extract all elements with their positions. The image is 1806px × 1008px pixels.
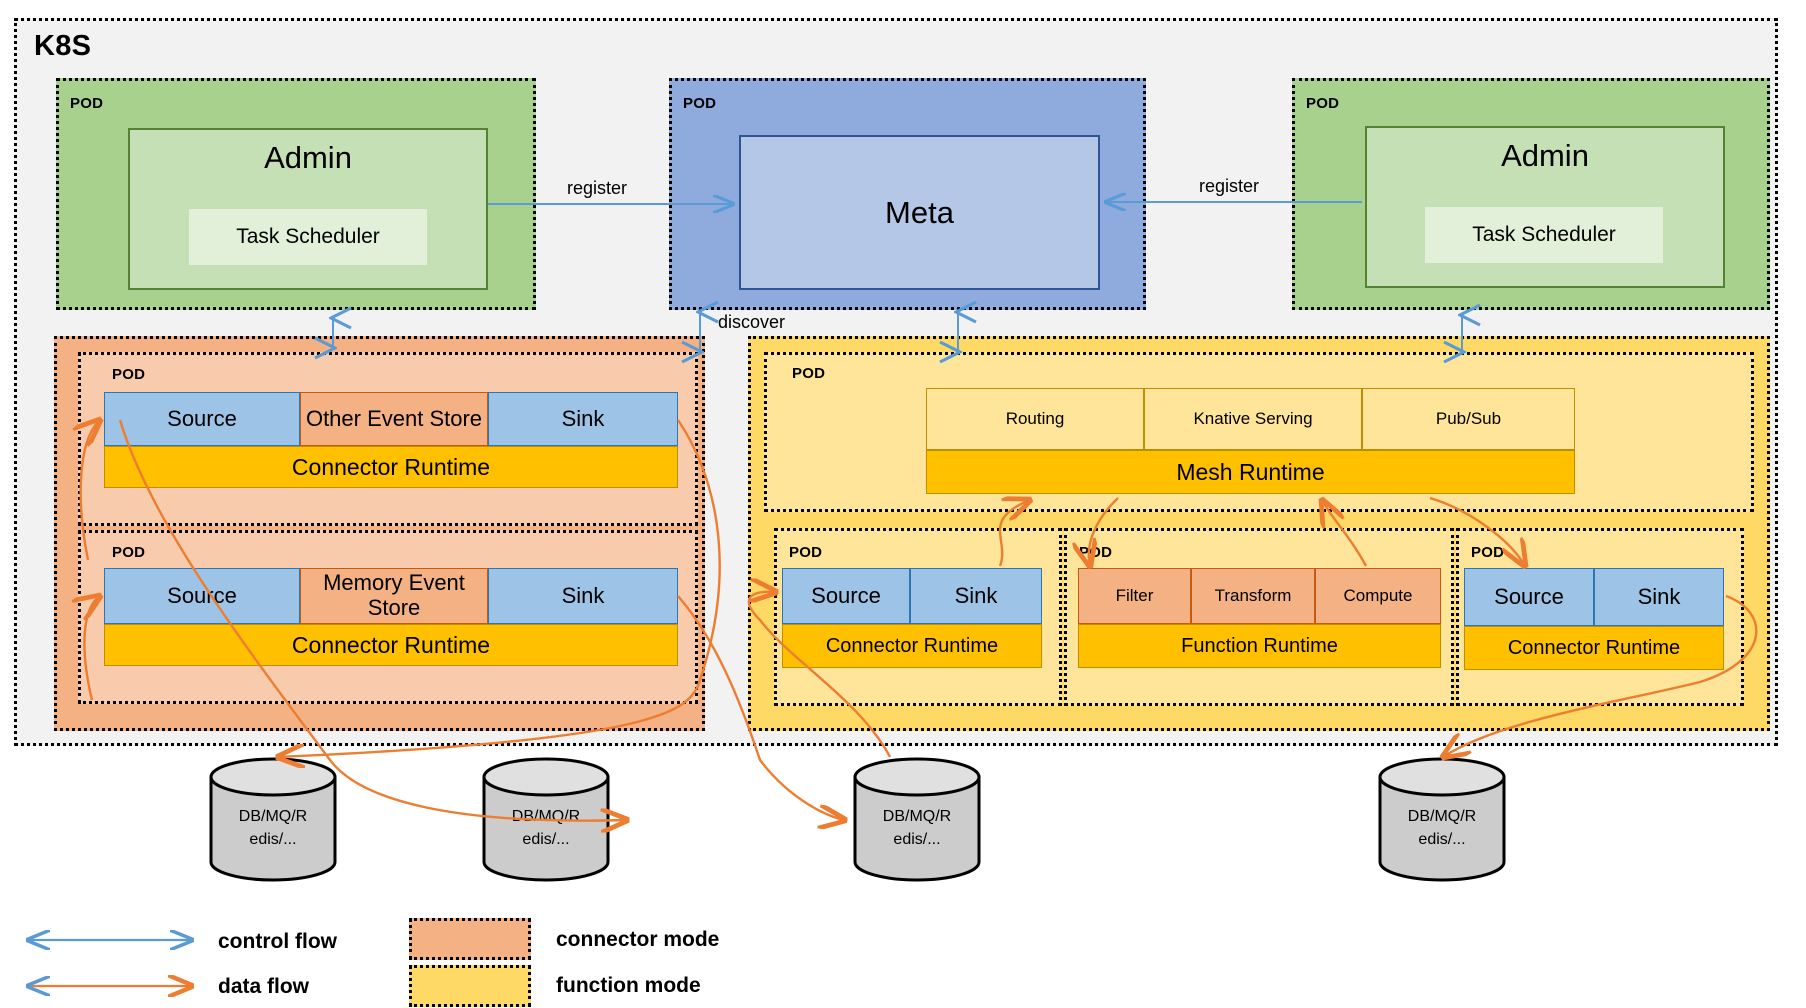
function-right-cell-sink[interactable]: Sink [1594,568,1724,626]
pod-function-runtime-label: POD [1079,544,1113,561]
mesh-runtime[interactable]: Mesh Runtime [926,450,1575,494]
mesh-cell-knative-serving[interactable]: Knative Serving [1144,388,1362,450]
mesh-cell-pubsub[interactable]: Pub/Sub [1362,388,1575,450]
edge-label-discover: discover [718,312,786,332]
mesh-cell-routing[interactable]: Routing [926,388,1144,450]
function-cell-filter[interactable]: Filter [1078,568,1191,624]
connector-2-cell-sink[interactable]: Sink [488,568,678,624]
pod-admin-right-label: POD [1306,95,1340,112]
legend-data-flow-label: data flow [218,975,310,998]
meta-service-box[interactable]: Meta [739,135,1100,290]
pod-function-connector-left-label: POD [789,544,823,561]
connector-1-runtime[interactable]: Connector Runtime [104,446,678,488]
legend-connector-mode-label: connector mode [556,928,720,951]
function-left-cell-source[interactable]: Source [782,568,910,624]
connector-2-runtime[interactable]: Connector Runtime [104,624,678,666]
pod-connector-2-label: POD [112,544,146,561]
cylinder-icon [1378,757,1506,882]
edge-label-register-left: register [567,178,628,198]
datastore-2[interactable]: DB/MQ/R edis/... [481,757,611,882]
connector-2-cell-event-store[interactable]: Memory Event Store [300,568,488,624]
function-right-runtime[interactable]: Connector Runtime [1464,626,1724,670]
admin-right-title: Admin [1501,138,1589,173]
pod-mesh-label: POD [792,365,826,382]
connector-2-cell-source[interactable]: Source [104,568,300,624]
function-left-runtime[interactable]: Connector Runtime [782,624,1042,668]
datastore-1[interactable]: DB/MQ/R edis/... [208,757,338,882]
task-scheduler-right[interactable]: Task Scheduler [1425,207,1663,263]
datastore-4[interactable]: DB/MQ/R edis/... [1377,757,1507,882]
cylinder-icon [853,757,981,882]
pod-function-connector-right-label: POD [1471,544,1505,561]
function-cell-transform[interactable]: Transform [1191,568,1315,624]
legend-connector-swatch [409,918,531,960]
pod-connector-1-label: POD [112,366,146,383]
k8s-cluster-label: K8S [34,30,92,62]
connector-1-cell-sink[interactable]: Sink [488,392,678,446]
connector-1-cell-source[interactable]: Source [104,392,300,446]
cylinder-icon [482,757,610,882]
function-runtime-bar[interactable]: Function Runtime [1078,624,1441,668]
legend-function-mode-label: function mode [556,974,701,997]
legend-function-swatch [409,965,531,1007]
diagram-canvas: K8S POD Admin Task Scheduler POD Meta PO… [0,0,1806,1008]
function-left-cell-sink[interactable]: Sink [910,568,1042,624]
legend-control-flow-label: control flow [218,930,337,953]
datastore-3[interactable]: DB/MQ/R edis/... [852,757,982,882]
pod-admin-left-label: POD [70,95,104,112]
task-scheduler-left[interactable]: Task Scheduler [189,209,427,265]
cylinder-icon [209,757,337,882]
admin-left-title: Admin [264,140,352,175]
function-right-cell-source[interactable]: Source [1464,568,1594,626]
connector-1-cell-event-store[interactable]: Other Event Store [300,392,488,446]
pod-meta-label: POD [683,95,717,112]
function-cell-compute[interactable]: Compute [1315,568,1441,624]
edge-label-register-right: register [1199,176,1260,196]
